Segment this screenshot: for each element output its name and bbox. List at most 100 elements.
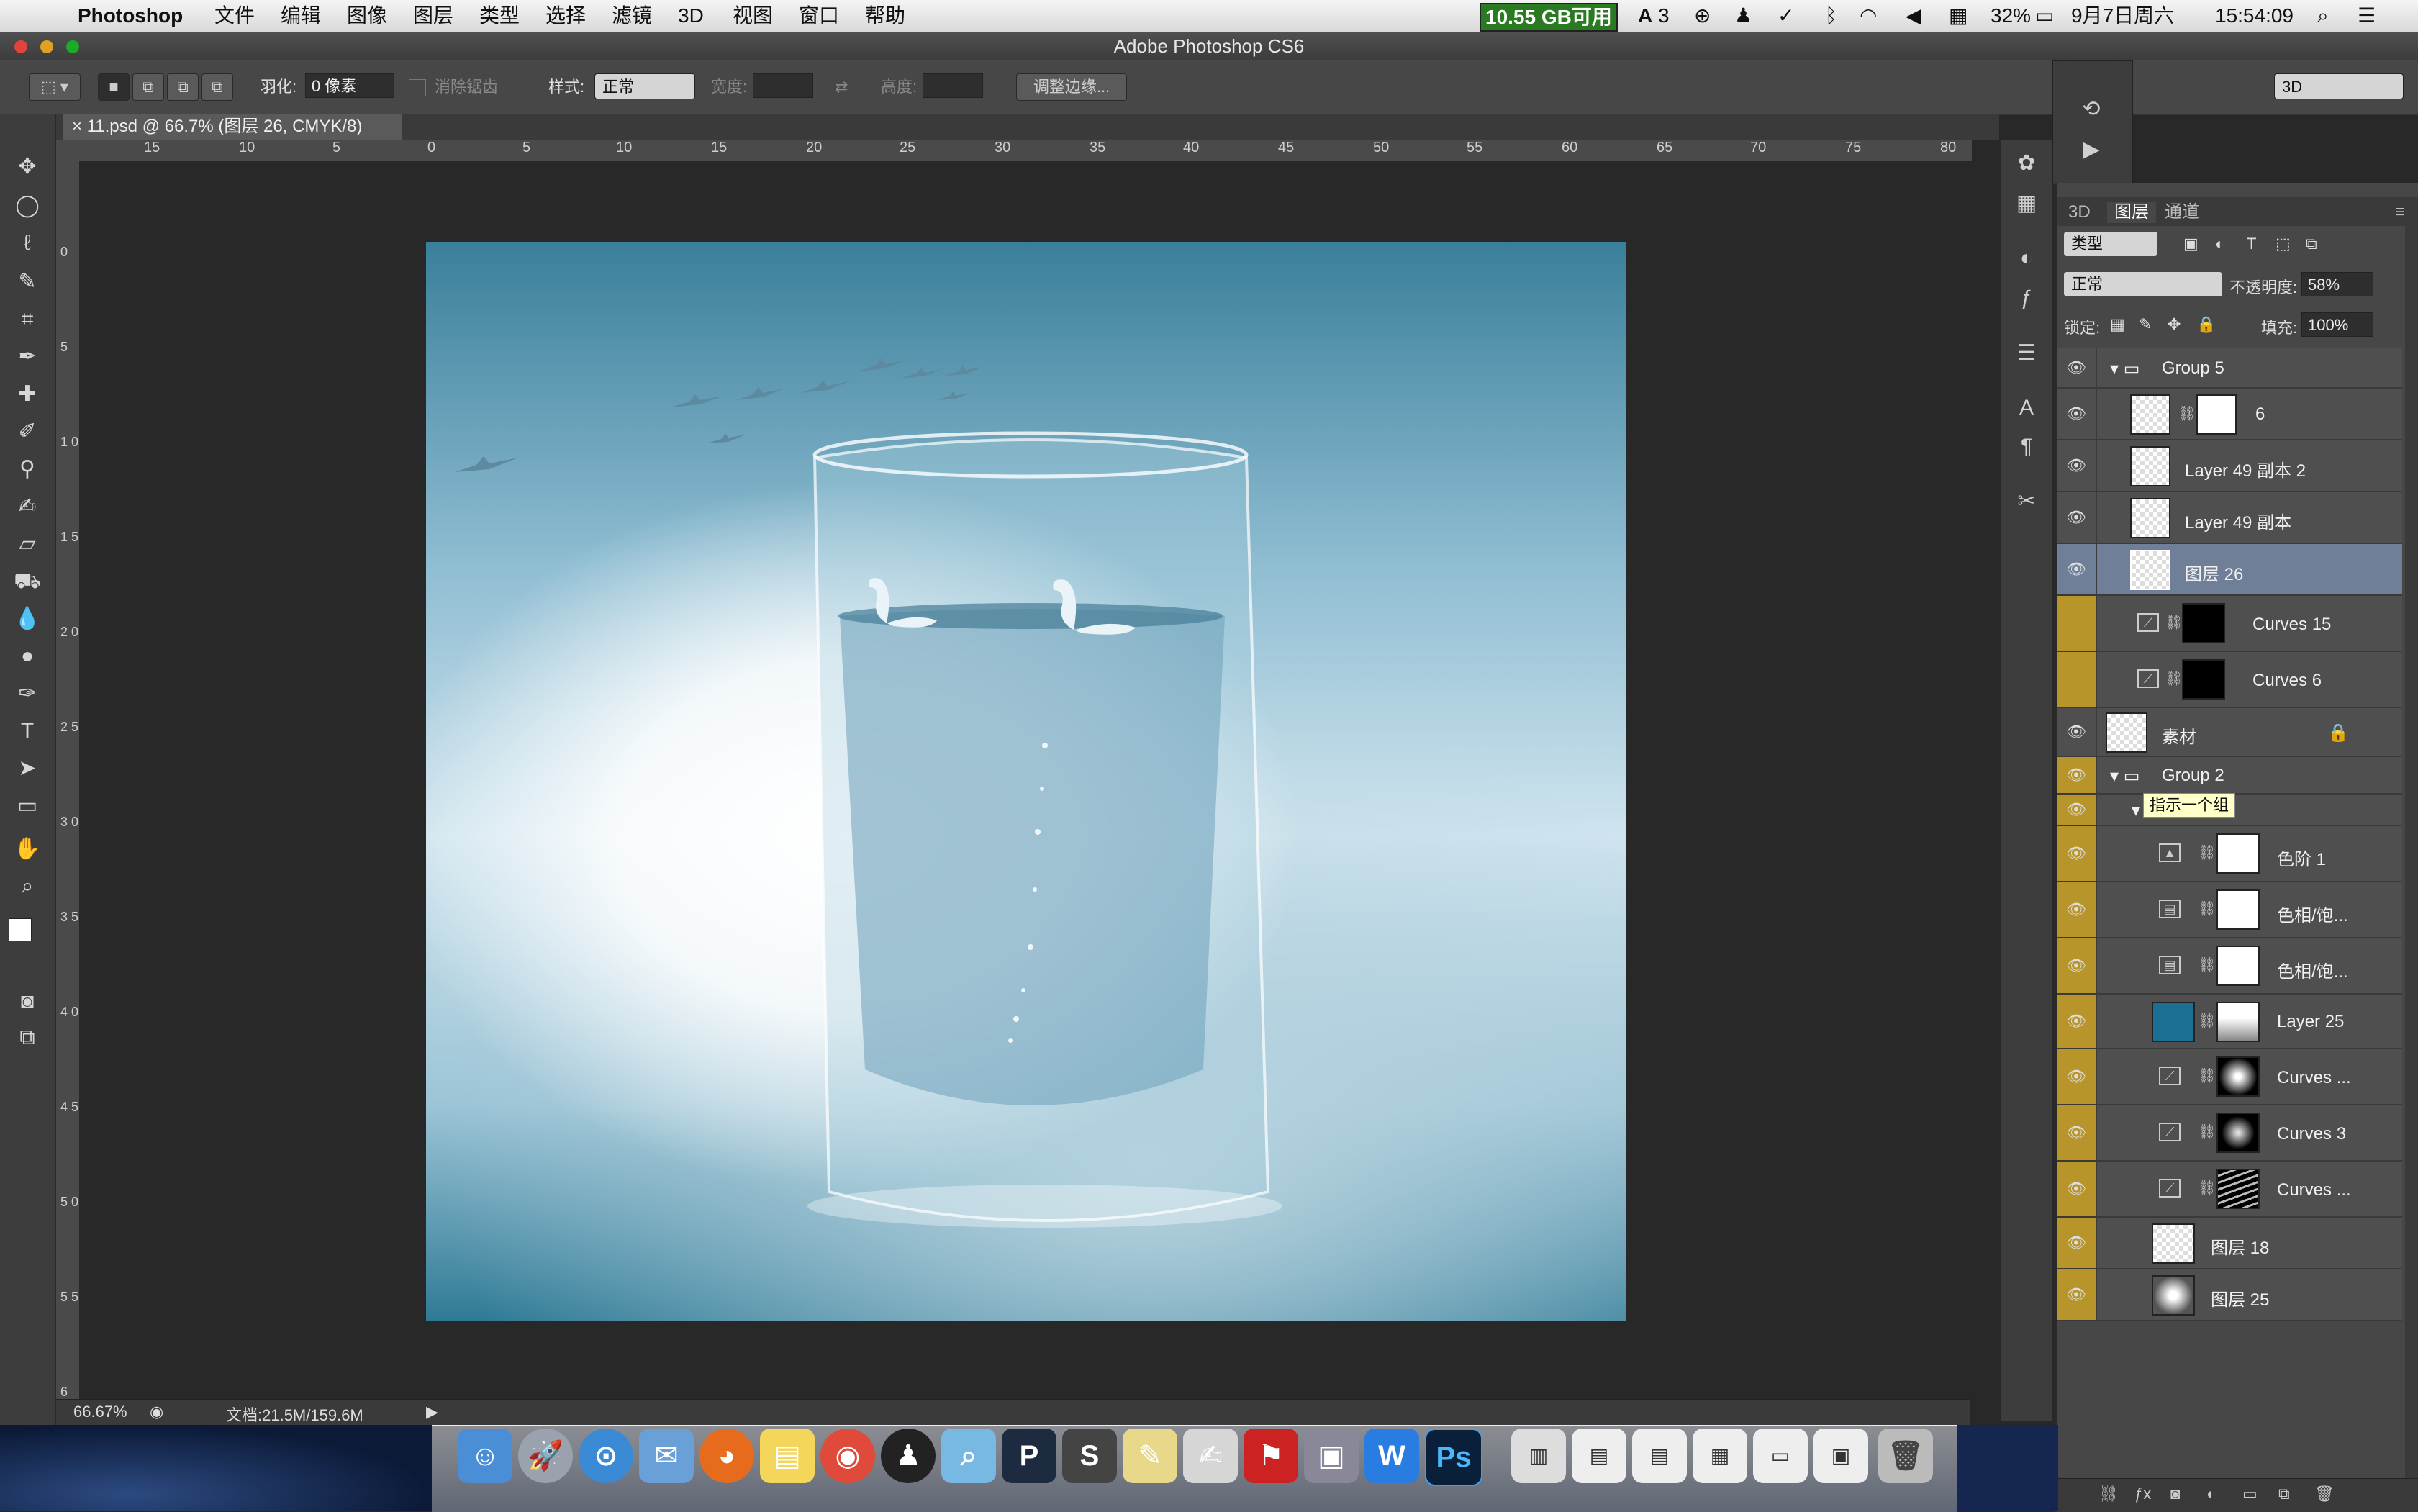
chrome-icon[interactable]: ◉ bbox=[820, 1429, 875, 1483]
launchpad-icon[interactable]: 🚀 bbox=[518, 1429, 573, 1483]
menu-layer[interactable]: 图层 bbox=[413, 3, 453, 29]
zoom-window-button[interactable] bbox=[66, 40, 79, 53]
stickies-icon[interactable]: ▤ bbox=[760, 1429, 815, 1483]
textedit-icon[interactable]: ✍ bbox=[1183, 1429, 1238, 1483]
dodge-tool-icon[interactable]: ● bbox=[6, 640, 49, 672]
bluetooth-icon[interactable]: ᛒ bbox=[1825, 3, 1837, 29]
screenshot-stack-icon[interactable]: ▦ bbox=[1693, 1429, 1747, 1483]
visibility-toggle[interactable] bbox=[2057, 596, 2097, 651]
mail-icon[interactable]: ✉ bbox=[639, 1429, 694, 1483]
app-menu[interactable]: Photoshop bbox=[78, 3, 183, 29]
visibility-eye-icon[interactable]: 👁 bbox=[2057, 348, 2097, 387]
paint-bucket-icon[interactable]: ⛟ bbox=[6, 566, 49, 597]
menu-window[interactable]: 窗口 bbox=[799, 3, 839, 29]
downloads-stack-icon[interactable]: ▤ bbox=[1632, 1429, 1687, 1483]
crop-tool-icon[interactable]: ⌗ bbox=[6, 304, 49, 335]
layer-row[interactable]: 👁 Layer 49 副本 bbox=[2057, 492, 2402, 544]
filter-adjust-icon[interactable]: ◐ bbox=[2215, 235, 2224, 253]
spotlight-icon[interactable]: ⌕ bbox=[2317, 3, 2329, 29]
menu-image[interactable]: 图像 bbox=[347, 3, 387, 29]
iphoto-icon[interactable]: ▣ bbox=[1304, 1429, 1359, 1483]
lock-all-icon[interactable]: 🔒 bbox=[2196, 315, 2216, 334]
new-selection-icon[interactable]: ■ bbox=[98, 73, 130, 101]
ruler-origin[interactable] bbox=[56, 140, 79, 161]
foreground-color-swatch[interactable] bbox=[9, 918, 32, 941]
style-dropdown[interactable]: 正常 bbox=[594, 73, 695, 99]
visibility-eye-icon[interactable]: 👁 bbox=[2057, 1269, 2097, 1320]
width-input[interactable] bbox=[753, 73, 813, 98]
artwork-canvas[interactable] bbox=[426, 242, 1626, 1321]
notification-icon[interactable]: ☰ bbox=[2358, 3, 2376, 29]
visibility-eye-icon[interactable]: 👁 bbox=[2057, 1162, 2097, 1216]
layer-row[interactable]: 👁 ▾ ▭ Group 2 bbox=[2057, 757, 2402, 795]
add-mask-icon[interactable]: ◙ bbox=[2170, 1485, 2180, 1503]
menu-filter[interactable]: 滤镜 bbox=[612, 3, 652, 29]
layer-style-icon[interactable]: ƒx bbox=[2134, 1485, 2151, 1503]
lock-pixels-icon[interactable]: ✎ bbox=[2139, 315, 2152, 334]
menu-type[interactable]: 类型 bbox=[479, 3, 520, 29]
menu-select[interactable]: 选择 bbox=[545, 3, 586, 29]
character-panel-icon[interactable]: A bbox=[2010, 391, 2043, 425]
close-window-button[interactable] bbox=[14, 40, 27, 53]
visibility-eye-icon[interactable]: 👁 bbox=[2057, 795, 2097, 825]
layer-row[interactable]: ⟋ ⛓ Curves 6 bbox=[2057, 652, 2402, 708]
visibility-eye-icon[interactable]: 👁 bbox=[2057, 544, 2097, 594]
layer-row[interactable]: 👁 ▾ ▭ Group 5 bbox=[2057, 348, 2402, 389]
visibility-eye-icon[interactable]: 👁 bbox=[2057, 995, 2097, 1048]
quick-select-tool-icon[interactable]: ✎ bbox=[6, 266, 49, 298]
filter-shape-icon[interactable]: ⬚ bbox=[2276, 235, 2291, 253]
layer-row[interactable]: 👁 ⟋ ⛓ Curves ... bbox=[2057, 1049, 2402, 1105]
styles-panel-icon[interactable]: ƒ bbox=[2010, 282, 2043, 315]
link-layers-icon[interactable]: ⛓ bbox=[2098, 1485, 2119, 1503]
firefox-icon[interactable]: ◕ bbox=[699, 1429, 754, 1483]
zoom-tool-icon[interactable]: ⌕ bbox=[6, 871, 49, 902]
status-menu-icon[interactable]: ◉ bbox=[150, 1403, 163, 1421]
antialias-checkbox[interactable] bbox=[409, 79, 426, 96]
swap-icon[interactable]: ⇄ bbox=[835, 78, 848, 96]
finder-icon[interactable]: ☺ bbox=[458, 1429, 512, 1483]
subtract-selection-icon[interactable]: ⧉ bbox=[167, 73, 199, 101]
brush-tool-icon[interactable]: ✐ bbox=[6, 416, 49, 448]
sync-icon[interactable]: ⊕ bbox=[1694, 3, 1711, 29]
layer-row[interactable]: 👁 素材 🔒 bbox=[2057, 708, 2402, 757]
minimize-window-button[interactable] bbox=[40, 40, 53, 53]
refine-edge-button[interactable]: 调整边缘... bbox=[1016, 73, 1127, 101]
visibility-eye-icon[interactable]: 👁 bbox=[2057, 708, 2097, 756]
p-app-icon[interactable]: P bbox=[1002, 1429, 1056, 1483]
tab-layers[interactable]: 图层 bbox=[2107, 202, 2156, 223]
opacity-input[interactable]: 58% bbox=[2301, 272, 2373, 296]
check-icon[interactable]: ✓ bbox=[1778, 3, 1794, 29]
workspace-dropdown[interactable]: 3D bbox=[2274, 73, 2404, 99]
document-tab[interactable]: × 11.psd @ 66.7% (图层 26, CMYK/8) bbox=[63, 114, 402, 140]
sublime-icon[interactable]: S bbox=[1062, 1429, 1117, 1483]
swatches-panel-icon[interactable]: ▦ bbox=[2010, 187, 2043, 220]
marquee-preset-picker[interactable]: ⬚ ▾ bbox=[29, 73, 81, 101]
folder-stack-icon[interactable]: ▭ bbox=[1753, 1429, 1808, 1483]
blur-tool-icon[interactable]: 💧 bbox=[6, 603, 49, 635]
wifi-icon[interactable]: ◠ bbox=[1860, 3, 1877, 29]
layer-row[interactable]: 👁 图层 18 bbox=[2057, 1218, 2402, 1269]
battery-icon[interactable]: ▭ bbox=[2035, 3, 2054, 29]
healing-tool-icon[interactable]: ✚ bbox=[6, 379, 49, 410]
chain-link-icon[interactable]: ⛓ bbox=[2198, 1067, 2216, 1085]
chain-link-icon[interactable]: ⛓ bbox=[2198, 1012, 2216, 1030]
fill-input[interactable]: 100% bbox=[2301, 312, 2373, 337]
menu-3d[interactable]: 3D bbox=[678, 3, 704, 29]
history-brush-icon[interactable]: ✍ bbox=[6, 491, 49, 522]
chain-link-icon[interactable]: ⛓ bbox=[2198, 900, 2216, 918]
layer-row[interactable]: 👁 ▤ ⛓ 色相/饱... bbox=[2057, 882, 2402, 938]
visibility-eye-icon[interactable]: 👁 bbox=[2057, 440, 2097, 491]
horizontal-ruler[interactable]: 15 10 5 0 5 10 15 20 25 30 35 40 45 50 5… bbox=[79, 140, 1972, 162]
filter-pixel-icon[interactable]: ▣ bbox=[2183, 235, 2199, 253]
add-selection-icon[interactable]: ⧉ bbox=[132, 73, 164, 101]
layer-row[interactable]: 👁 ⛓ Layer 25 bbox=[2057, 995, 2402, 1049]
visibility-eye-icon[interactable]: 👁 bbox=[2057, 1049, 2097, 1104]
lasso-tool-icon[interactable]: ℓ bbox=[6, 227, 49, 259]
new-group-icon[interactable]: ▭ bbox=[2242, 1485, 2258, 1503]
safari-icon[interactable]: ⊙ bbox=[579, 1429, 633, 1483]
path-select-icon[interactable]: ➤ bbox=[6, 753, 49, 784]
image-stack-icon[interactable]: ▣ bbox=[1814, 1429, 1868, 1483]
preview-icon[interactable]: ⌕ bbox=[941, 1429, 996, 1483]
subgroup-toggle-icon[interactable]: ▾ bbox=[2132, 800, 2140, 821]
panel-menu-icon[interactable]: ≡ bbox=[2395, 202, 2405, 223]
